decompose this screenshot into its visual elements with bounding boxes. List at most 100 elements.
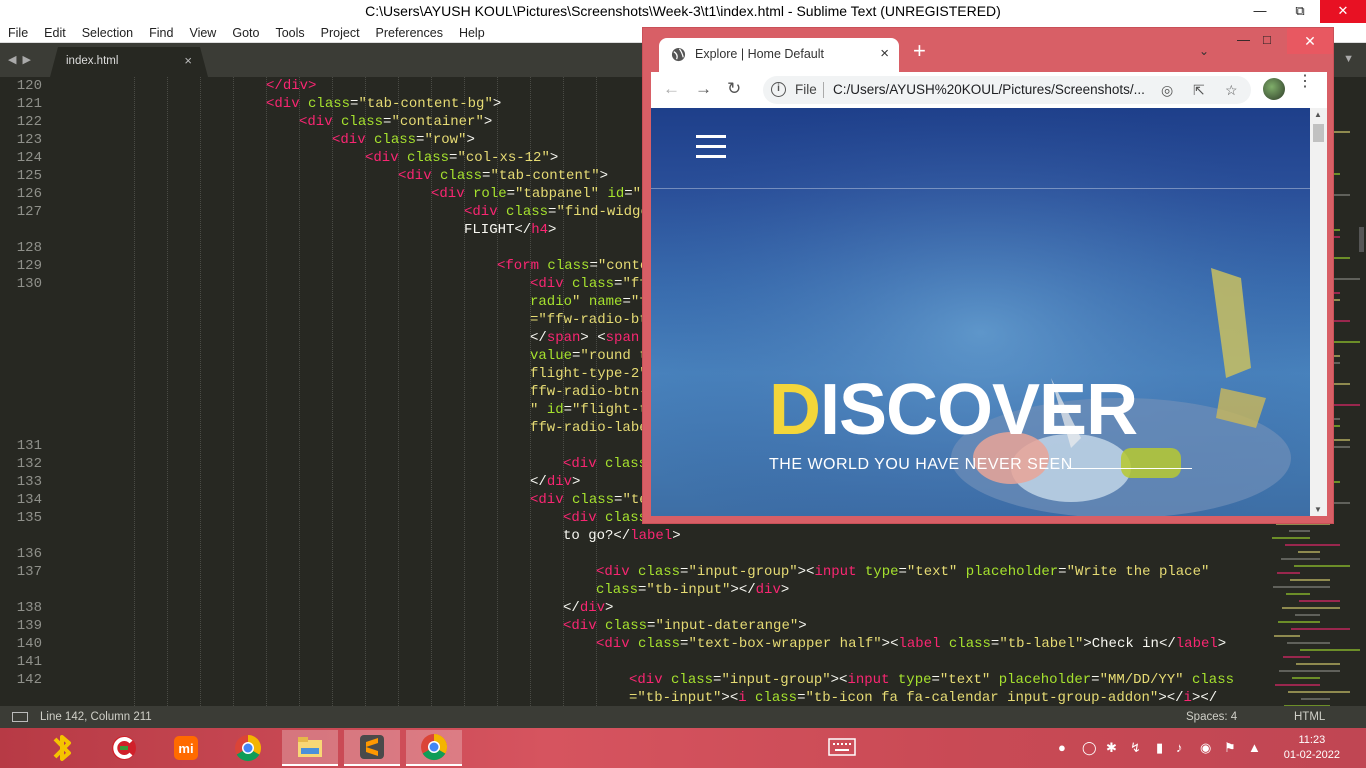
indentation-setting[interactable]: Spaces: 4 xyxy=(1186,706,1237,728)
menu-item-selection[interactable]: Selection xyxy=(74,26,141,40)
menu-item-edit[interactable]: Edit xyxy=(36,26,74,40)
sublime-text-icon[interactable] xyxy=(344,730,400,766)
code-line[interactable]: <div class="input-group"><input type="te… xyxy=(629,671,1234,689)
scroll-thumb[interactable] xyxy=(1313,124,1324,142)
tab-dropdown-icon[interactable]: ▼ xyxy=(1343,53,1354,65)
clock[interactable]: 11:23 01-02-2022 xyxy=(1284,733,1340,763)
page-scrollbar[interactable]: ▲ ▼ xyxy=(1310,108,1327,516)
line-number: 131 xyxy=(16,438,42,454)
menu-item-tools[interactable]: Tools xyxy=(267,26,312,40)
menu-item-goto[interactable]: Goto xyxy=(224,26,267,40)
code-line[interactable]: " id="flight-t xyxy=(530,401,648,419)
code-line[interactable]: flight-type-2" xyxy=(530,365,648,383)
code-line[interactable]: </div> xyxy=(530,473,580,491)
minimize-icon[interactable]: — xyxy=(1240,0,1280,23)
back-arrow-icon[interactable]: ← xyxy=(663,80,680,98)
tray-color-icon[interactable]: ✱ xyxy=(1106,740,1117,756)
code-line[interactable]: </span> <span xyxy=(530,329,639,347)
code-line[interactable]: <div class="input-daterange"> xyxy=(563,617,807,635)
code-line[interactable]: <div class="ff xyxy=(530,275,648,293)
browser-tab-close-icon[interactable]: × xyxy=(880,45,889,62)
chrome-icon[interactable] xyxy=(220,730,276,766)
chrome-close-icon[interactable]: ✕ xyxy=(1287,28,1333,54)
code-line[interactable]: value="round t xyxy=(530,347,648,365)
menu-item-project[interactable]: Project xyxy=(313,26,368,40)
scroll-down-icon[interactable]: ▼ xyxy=(1314,505,1322,514)
menu-item-file[interactable]: File xyxy=(0,26,36,40)
code-line[interactable]: </div> xyxy=(266,77,316,95)
code-line[interactable]: <div class xyxy=(563,509,647,527)
code-line[interactable]: <div class="container"> xyxy=(299,113,492,131)
code-line[interactable]: <div class="row"> xyxy=(332,131,475,149)
chrome-restore-icon[interactable]: □ xyxy=(1263,32,1271,47)
tab-nav-arrows-icon[interactable]: ◀▶ xyxy=(8,53,37,66)
scroll-up-icon[interactable]: ▲ xyxy=(1314,110,1322,119)
share-icon[interactable]: ⇱ xyxy=(1193,82,1205,99)
code-line[interactable]: ="tb-input"><i class="tb-icon fa fa-cale… xyxy=(629,689,1217,706)
code-line[interactable]: <div class="text-box-wrapper half"><labe… xyxy=(596,635,1226,653)
file-explorer-icon[interactable] xyxy=(282,730,338,766)
reload-icon[interactable]: ↻ xyxy=(727,80,741,98)
code-line[interactable]: to go?</label> xyxy=(563,527,681,545)
clock-time: 11:23 xyxy=(1298,734,1326,746)
code-line[interactable]: ffw-radio-btn- xyxy=(530,383,648,401)
browser-tab[interactable]: Explore | Home Default × xyxy=(659,38,899,72)
new-tab-icon[interactable]: + xyxy=(913,40,926,62)
tray-bluetooth-icon[interactable]: ↯ xyxy=(1130,740,1141,756)
bluetooth-app-icon[interactable] xyxy=(34,730,90,766)
code-line[interactable]: <div class="tab-content-bg"> xyxy=(266,95,501,113)
url-text[interactable]: C:/Users/AYUSH%20KOUL/Pictures/Screensho… xyxy=(833,82,1153,97)
mi-icon[interactable]: mi xyxy=(158,730,214,766)
minimap-line xyxy=(1295,614,1320,616)
hamburger-menu-icon[interactable] xyxy=(696,135,726,165)
more-menu-icon[interactable]: ⋮ xyxy=(1297,74,1313,90)
minimap-line xyxy=(1272,537,1310,539)
editor-scrollbar[interactable] xyxy=(1359,227,1364,252)
menu-item-help[interactable]: Help xyxy=(451,26,493,40)
menu-item-find[interactable]: Find xyxy=(141,26,181,40)
site-info-icon[interactable]: i xyxy=(771,82,786,97)
desktop-screen: { "sublime": { "title": "C:\\Users\\AYUS… xyxy=(0,0,1366,768)
code-line[interactable]: <div class="input-group"><input type="te… xyxy=(596,563,1209,581)
menu-item-preferences[interactable]: Preferences xyxy=(368,26,451,40)
tab-close-icon[interactable]: × xyxy=(184,53,192,68)
code-line[interactable]: ffw-radio-labe xyxy=(530,419,648,437)
volume-icon[interactable]: ♪ xyxy=(1176,740,1183,755)
code-line[interactable]: class="tb-input"></div> xyxy=(596,581,789,599)
code-line[interactable]: </div> xyxy=(563,599,613,617)
tray-search-icon[interactable]: ◯ xyxy=(1082,740,1097,756)
network-icon[interactable]: ▲ xyxy=(1248,740,1261,755)
tray-app-icon[interactable]: ● xyxy=(1058,740,1066,755)
indent-guide xyxy=(266,77,267,706)
bookmark-star-icon[interactable]: ☆ xyxy=(1225,82,1238,99)
code-line[interactable]: <div class="te xyxy=(530,491,648,509)
eye-off-icon[interactable]: ◎ xyxy=(1161,82,1173,99)
tab-search-chevron-icon[interactable]: ⌄ xyxy=(1199,44,1209,58)
code-line[interactable]: <div class="find-widge xyxy=(464,203,649,221)
code-line[interactable]: radio" name="f xyxy=(530,293,648,311)
line-number: 121 xyxy=(16,96,42,112)
flag-icon[interactable]: ⚑ xyxy=(1224,740,1236,756)
ccleaner-icon[interactable] xyxy=(96,730,152,766)
syntax-setting[interactable]: HTML xyxy=(1294,706,1325,728)
close-icon[interactable]: ✕ xyxy=(1320,0,1366,23)
code-line[interactable]: <div class="tab-content"> xyxy=(398,167,608,185)
code-line[interactable]: ="ffw-radio-bt xyxy=(530,311,648,329)
code-line[interactable]: <div class="col-xs-12"> xyxy=(365,149,558,167)
forward-arrow-icon[interactable]: → xyxy=(695,80,712,98)
menu-item-view[interactable]: View xyxy=(181,26,224,40)
panel-toggle-icon[interactable] xyxy=(12,712,28,722)
code-line[interactable]: <form class="conte xyxy=(497,257,648,275)
tray-circle-icon[interactable]: ◉ xyxy=(1200,740,1211,756)
chrome-active-icon[interactable] xyxy=(406,730,462,766)
battery-icon[interactable]: ▮ xyxy=(1156,740,1163,756)
tab-index-html[interactable]: index.html × xyxy=(50,47,208,77)
address-bar[interactable]: i File C:/Users/AYUSH%20KOUL/Pictures/Sc… xyxy=(763,76,1251,104)
code-line[interactable]: <div class xyxy=(563,455,647,473)
code-line[interactable]: <div role="tabpanel" id="f xyxy=(431,185,649,203)
restore-icon[interactable]: ⧉ xyxy=(1280,0,1320,23)
profile-avatar[interactable] xyxy=(1263,78,1285,100)
keyboard-icon[interactable] xyxy=(828,738,856,759)
chrome-minimize-icon[interactable]: — xyxy=(1237,32,1250,47)
code-line[interactable]: FLIGHT</h4> xyxy=(464,221,556,239)
